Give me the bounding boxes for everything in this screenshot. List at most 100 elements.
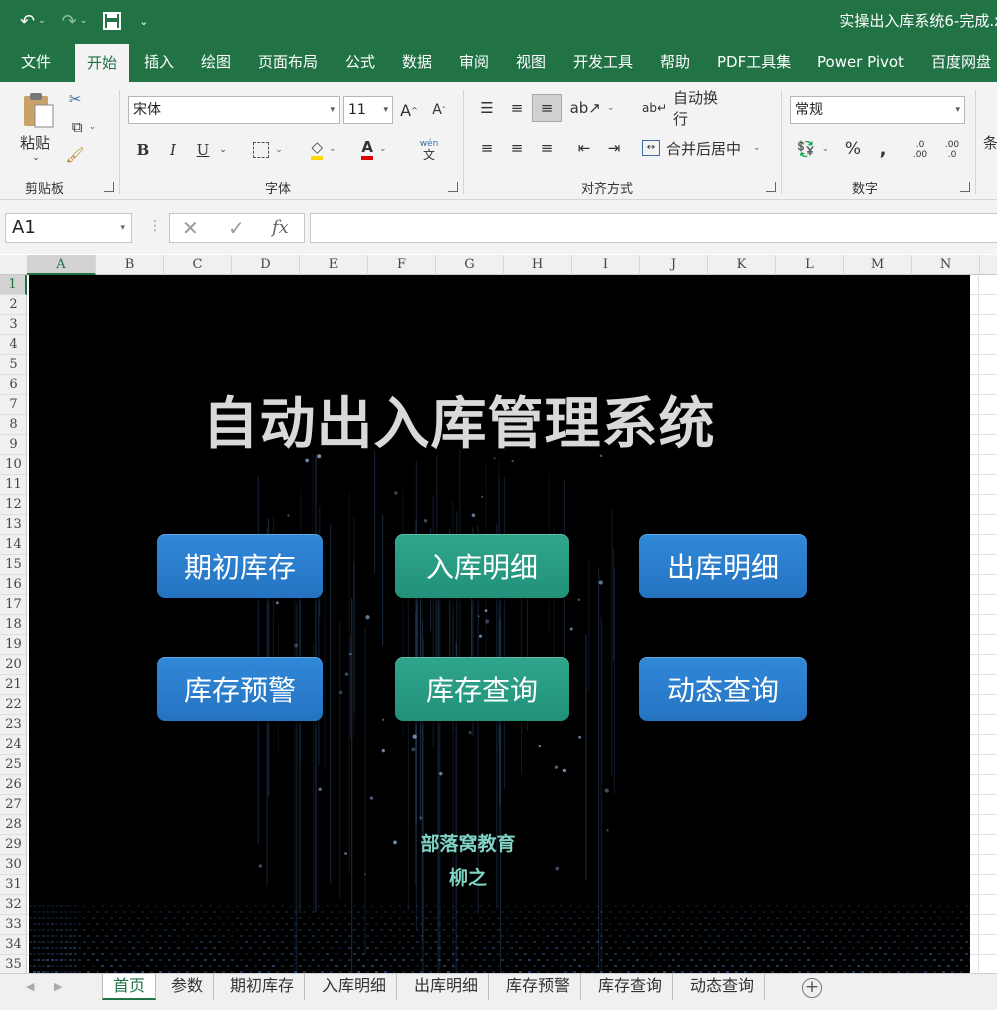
row-header[interactable]: 34 (0, 935, 27, 955)
paste-label[interactable]: 粘贴 (18, 132, 52, 152)
sheet-tab-home[interactable]: 首页 (102, 974, 157, 1000)
row-header[interactable]: 1 (0, 275, 27, 295)
tab-home[interactable]: 开始 (75, 44, 130, 82)
formula-input[interactable] (310, 213, 997, 243)
fill-color-button[interactable]: ◇ ⌄ (302, 136, 346, 162)
row-header[interactable]: 7 (0, 395, 27, 415)
format-painter-button[interactable]: 🖌 (64, 144, 86, 166)
row-header[interactable]: 32 (0, 895, 27, 915)
decrease-font-button[interactable]: Aˇ (428, 98, 450, 122)
name-box[interactable]: A1 ▾ (5, 213, 132, 243)
sheet-tab-params[interactable]: 参数 (161, 974, 215, 1000)
align-bottom-button[interactable]: ≡ (532, 94, 562, 122)
row-header[interactable]: 11 (0, 475, 27, 495)
column-header[interactable]: G (436, 255, 504, 275)
tab-insert[interactable]: 插入 (144, 42, 174, 82)
row-header[interactable]: 17 (0, 595, 27, 615)
decrease-decimal-button[interactable]: .00.0 (938, 136, 966, 164)
number-launcher-icon[interactable] (960, 182, 970, 192)
sheet-tab-inbound[interactable]: 入库明细 (312, 974, 398, 1000)
paste-dropdown-icon[interactable]: ⌄ (28, 152, 44, 164)
tab-help[interactable]: 帮助 (660, 42, 690, 82)
styles-group-cutoff[interactable]: 条 (983, 130, 997, 154)
font-size-select[interactable]: 11 ▾ (343, 96, 393, 124)
align-left-button[interactable]: ≡ (476, 136, 498, 160)
sheet-tab-stock-query[interactable]: 库存查询 (588, 974, 674, 1000)
sheet-tab-opening-stock[interactable]: 期初库存 (220, 974, 306, 1000)
column-header[interactable]: H (504, 255, 572, 275)
row-header[interactable]: 25 (0, 755, 27, 775)
font-name-select[interactable]: 宋体 ▾ (128, 96, 340, 124)
row-header[interactable]: 28 (0, 815, 27, 835)
row-header[interactable]: 21 (0, 675, 27, 695)
scroll-left-icon[interactable]: ◀ (26, 980, 34, 993)
row-header[interactable]: 30 (0, 855, 27, 875)
tab-page-layout[interactable]: 页面布局 (258, 42, 318, 82)
column-header[interactable]: M (844, 255, 912, 275)
dynamic-query-button[interactable]: 动态查询 (639, 657, 807, 721)
row-header[interactable]: 24 (0, 735, 27, 755)
tab-power-pivot[interactable]: Power Pivot (817, 42, 904, 82)
row-header[interactable]: 22 (0, 695, 27, 715)
paste-button[interactable] (18, 90, 58, 130)
row-header[interactable]: 26 (0, 775, 27, 795)
column-header[interactable]: E (300, 255, 368, 275)
phonetic-guide-button[interactable]: wén 文 (408, 136, 450, 164)
row-header[interactable]: 18 (0, 615, 27, 635)
row-header[interactable]: 13 (0, 515, 27, 535)
tab-data[interactable]: 数据 (402, 42, 432, 82)
cut-button[interactable]: ✂ (64, 88, 86, 110)
sheet-tab-stock-alert[interactable]: 库存预警 (496, 974, 582, 1000)
decrease-indent-button[interactable]: ⇤ (572, 136, 596, 160)
row-header[interactable]: 35 (0, 955, 27, 975)
row-header[interactable]: 23 (0, 715, 27, 735)
column-header[interactable]: D (232, 255, 300, 275)
column-header[interactable]: L (776, 255, 844, 275)
insert-function-icon[interactable]: fx (272, 217, 289, 238)
row-header[interactable]: 10 (0, 455, 27, 475)
font-color-button[interactable]: A ⌄ (352, 136, 396, 162)
redo-button[interactable]: ↷ ⌄ (62, 6, 88, 36)
percent-button[interactable]: % (842, 136, 864, 162)
inbound-detail-button[interactable]: 入库明细 (395, 534, 569, 598)
wrap-text-button[interactable]: ab↵ 自动换行 (642, 89, 732, 128)
row-header[interactable]: 4 (0, 335, 27, 355)
tab-baidu-netdisk[interactable]: 百度网盘 (931, 42, 991, 82)
column-header[interactable]: K (708, 255, 776, 275)
customize-qat-button[interactable]: ⌄ (139, 6, 148, 36)
clipboard-launcher-icon[interactable] (104, 182, 114, 192)
row-header[interactable]: 31 (0, 875, 27, 895)
scroll-right-icon[interactable]: ▶ (54, 980, 62, 993)
increase-font-button[interactable]: A ^ (398, 98, 420, 122)
tab-formulas[interactable]: 公式 (345, 42, 375, 82)
row-header[interactable]: 6 (0, 375, 27, 395)
comma-style-button[interactable]: , (874, 136, 892, 162)
outbound-detail-button[interactable]: 出库明细 (639, 534, 807, 598)
row-header[interactable]: 8 (0, 415, 27, 435)
sheet-tab-dynamic-query[interactable]: 动态查询 (680, 974, 766, 1000)
row-header[interactable]: 14 (0, 535, 27, 555)
number-format-select[interactable]: 常规 ▾ (790, 96, 965, 124)
copy-button[interactable]: ⧉ ⌄ (64, 116, 104, 138)
row-header[interactable]: 20 (0, 655, 27, 675)
accounting-format-button[interactable]: 💱 ⌄ (792, 136, 834, 162)
row-header[interactable]: 19 (0, 635, 27, 655)
row-header[interactable]: 33 (0, 915, 27, 935)
sheet-tab-outbound[interactable]: 出库明细 (404, 974, 490, 1000)
stock-alert-button[interactable]: 库存预警 (157, 657, 323, 721)
row-header[interactable]: 2 (0, 295, 27, 315)
tab-pdf-tools[interactable]: PDF工具集 (717, 42, 791, 82)
tab-developer[interactable]: 开发工具 (573, 42, 633, 82)
merge-center-button[interactable]: ↔ 合并后居中 ⌄ (642, 136, 770, 160)
column-header[interactable]: N (912, 255, 980, 275)
add-sheet-button[interactable]: + (802, 978, 822, 998)
increase-decimal-button[interactable]: .0.00 (906, 136, 934, 164)
tab-draw[interactable]: 绘图 (201, 42, 231, 82)
alignment-launcher-icon[interactable] (766, 182, 776, 192)
tab-view[interactable]: 视图 (516, 42, 546, 82)
tab-file[interactable]: 文件 (21, 42, 51, 82)
bold-button[interactable]: B (132, 138, 154, 162)
row-header[interactable]: 29 (0, 835, 27, 855)
underline-dropdown-icon[interactable]: ⌄ (216, 138, 230, 162)
row-header[interactable]: 12 (0, 495, 27, 515)
